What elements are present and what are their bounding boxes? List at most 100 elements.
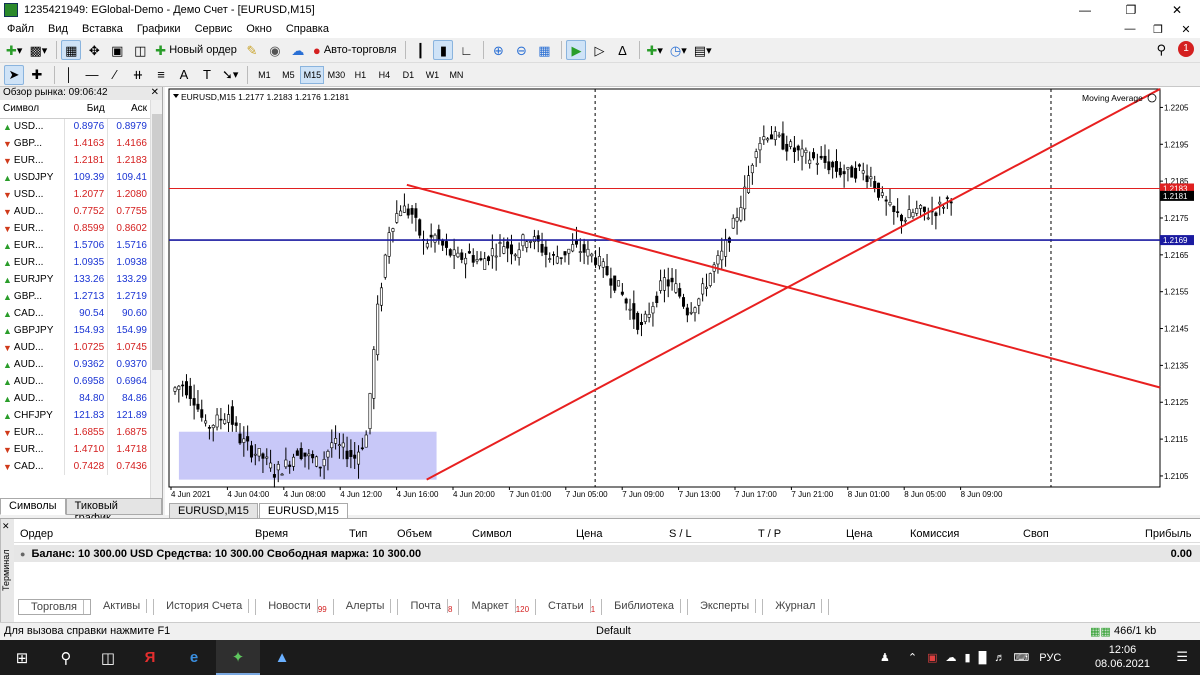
metaeditor-button[interactable]: ✎ (242, 40, 262, 60)
notification-badge[interactable]: 1 (1178, 41, 1194, 57)
photos-app-icon[interactable]: ▲ (260, 640, 304, 675)
minimize-button[interactable]: — (1062, 0, 1108, 20)
menu-item-insert[interactable]: Вставка (75, 23, 130, 35)
close-button[interactable]: ✕ (1154, 0, 1200, 20)
timeframe-m15[interactable]: M15 (300, 65, 325, 84)
column-commission[interactable]: Комиссия (910, 528, 959, 540)
timeframe-w1[interactable]: W1 (420, 66, 444, 84)
column-time[interactable]: Время (255, 528, 288, 540)
market-row[interactable]: ▼ AUD... 0.7752 0.7755 (0, 203, 150, 220)
market-row[interactable]: ▲ EUR... 1.0935 1.0938 (0, 254, 150, 271)
tab-symbols[interactable]: Символы (0, 498, 66, 515)
line-chart-button[interactable]: ∟ (456, 40, 476, 60)
text-label-tool-button[interactable]: T (197, 65, 217, 85)
scrollbar-thumb[interactable] (152, 114, 162, 370)
profiles-button[interactable]: ▩ ▾ (27, 40, 49, 60)
menu-item-window[interactable]: Окно (239, 23, 279, 35)
timeframe-mn[interactable]: MN (444, 66, 468, 84)
market-row[interactable]: ▲ AUD... 0.6958 0.6964 (0, 373, 150, 390)
column-swap[interactable]: Своп (1023, 528, 1049, 540)
mdi-minimize-button[interactable]: — (1116, 23, 1144, 36)
people-icon[interactable]: ♟ (880, 651, 890, 664)
chevron-up-icon[interactable]: ⌃ (908, 651, 917, 664)
tab-tick-chart[interactable]: Тиковый график (65, 498, 162, 524)
arrows-tool-button[interactable]: ➘ ▾ (220, 65, 240, 85)
horizontal-line-tool-button[interactable]: — (82, 65, 102, 85)
signals-button[interactable]: ◉ (265, 40, 285, 60)
timeframe-m30[interactable]: M30 (324, 66, 348, 84)
market-row[interactable]: ▼ AUD... 1.0725 1.0745 (0, 339, 150, 356)
data-window-toggle[interactable]: ✥ (84, 40, 104, 60)
column-price[interactable]: Цена (576, 528, 602, 540)
market-row[interactable]: ▼ EUR... 1.2181 1.2183 (0, 152, 150, 169)
market-row[interactable]: ▲ USDJPY 109.39 109.41 (0, 169, 150, 186)
vertical-line-tool-button[interactable]: │ (59, 65, 79, 85)
market-watch-toggle[interactable]: ▦ (61, 40, 82, 60)
market-row[interactable]: ▲ EUR... 1.5706 1.5716 (0, 237, 150, 254)
clock[interactable]: 12:06 08.06.2021 (1095, 643, 1150, 671)
timeframe-d1[interactable]: D1 (396, 66, 420, 84)
market-row[interactable]: ▲ CAD... 90.54 90.60 (0, 305, 150, 322)
traffic-counter[interactable]: 466/1 kb (1114, 625, 1156, 637)
column-symbol[interactable]: Символ (472, 528, 512, 540)
cursor-tool-button[interactable]: ➤ (4, 64, 24, 85)
candlestick-chart-button[interactable]: ▮ (433, 40, 454, 60)
tile-windows-button[interactable]: ▦ (534, 40, 554, 60)
timeframe-h1[interactable]: H1 (348, 66, 372, 84)
market-row[interactable]: ▼ EUR... 0.8599 0.8602 (0, 220, 150, 237)
navigator-toggle[interactable]: ▣ (107, 40, 127, 60)
battery-icon[interactable]: ▮ (965, 651, 971, 664)
menu-item-charts[interactable]: Графики (130, 23, 188, 35)
edge-browser-icon[interactable]: e (172, 640, 216, 675)
column-ask[interactable]: Аск (107, 100, 150, 119)
market-row[interactable]: ▼ EUR... 1.4710 1.4718 (0, 441, 150, 458)
chart-shift-button[interactable]: ▷ (589, 40, 609, 60)
mdi-restore-button[interactable]: ❐ (1144, 23, 1172, 36)
column-volume[interactable]: Объем (397, 528, 432, 540)
channel-tool-button[interactable]: ⧺ (128, 65, 148, 85)
menu-item-view[interactable]: Вид (41, 23, 75, 35)
timeframe-h4[interactable]: H4 (372, 66, 396, 84)
price-chart[interactable]: 1.22051.21951.21851.21751.21651.21551.21… (165, 87, 1200, 501)
text-tool-button[interactable]: A (174, 65, 194, 85)
tester-toggle[interactable]: ◫ (130, 40, 150, 60)
timeframe-m1[interactable]: M1 (252, 66, 276, 84)
column-tp[interactable]: T / P (758, 528, 781, 540)
terminal-tab[interactable]: Библиотека (602, 599, 688, 616)
metatrader-taskbar-icon[interactable]: ✦ (216, 640, 260, 675)
trendline-tool-button[interactable]: ∕ (105, 65, 125, 85)
auto-scroll-button[interactable]: ▶ (566, 40, 587, 60)
chart-window[interactable]: 1.2205 1.2195 1.2185 1.2175 1.2165 1.2155 1.21… (165, 87, 1200, 519)
vps-button[interactable]: ☁ (288, 40, 308, 60)
market-row[interactable]: ▲ EURJPY 133.26 133.29 (0, 271, 150, 288)
terminal-tab[interactable]: Статьи 1 (536, 599, 603, 616)
yandex-browser-icon[interactable]: Я (128, 640, 172, 675)
language-indicator[interactable]: РУС (1039, 652, 1061, 664)
zoom-out-button[interactable]: ⊖ (511, 40, 531, 60)
terminal-tab[interactable]: Активы (91, 599, 155, 616)
notifications-icon[interactable]: ☰ (1176, 649, 1188, 665)
terminal-tab[interactable]: Почта 8 (398, 599, 460, 616)
column-order[interactable]: Ордер (20, 528, 53, 540)
new-chart-button[interactable]: ✚ ▾ (4, 40, 24, 60)
balance-row[interactable]: ● Баланс: 10 300.00 USD Средства: 10 300… (14, 545, 1200, 562)
market-row[interactable]: ▲ CHFJPY 121.83 121.89 (0, 407, 150, 424)
search-icon[interactable]: ⚲ (1156, 42, 1166, 58)
profile-name[interactable]: Default (596, 625, 631, 637)
column-type[interactable]: Тип (349, 528, 367, 540)
close-icon[interactable]: ✕ (151, 87, 159, 100)
market-row[interactable]: ▲ AUD... 84.80 84.86 (0, 390, 150, 407)
terminal-tab[interactable]: Торговля (18, 599, 91, 616)
templates-button[interactable]: ▤ ▾ (692, 40, 714, 60)
market-row[interactable]: ▼ CAD... 0.7428 0.7436 (0, 458, 150, 475)
volume-icon[interactable]: ♬ (994, 652, 1005, 664)
market-row[interactable]: ▼ GBP... 1.4163 1.4166 (0, 135, 150, 152)
cloud-icon[interactable]: ☁ (946, 651, 957, 664)
bar-chart-button[interactable]: ┃ (410, 40, 430, 60)
chart-tab[interactable]: EURUSD,M15 (169, 503, 258, 519)
market-row[interactable]: ▲ GBPJPY 154.93 154.99 (0, 322, 150, 339)
menu-item-tools[interactable]: Сервис (188, 23, 240, 35)
terminal-tab[interactable]: История Счета (154, 599, 257, 616)
terminal-tab[interactable]: Журнал (763, 599, 830, 616)
search-icon[interactable]: ⚲ (44, 640, 88, 675)
